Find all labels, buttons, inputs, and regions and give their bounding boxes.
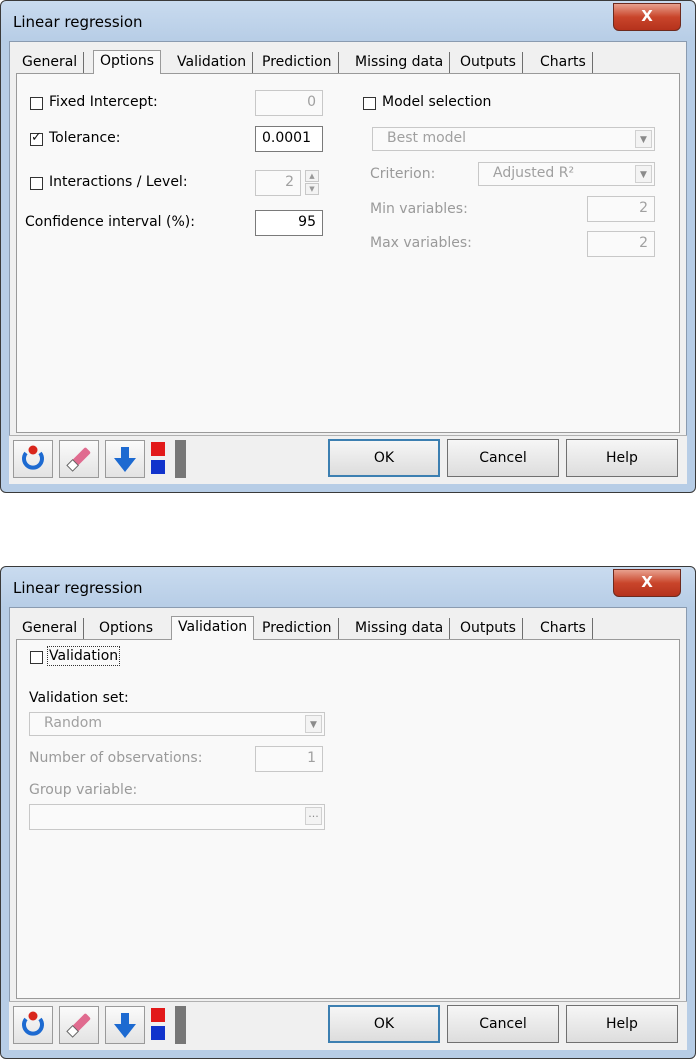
ok-button[interactable]: OK [328, 439, 440, 477]
erase-button[interactable] [59, 440, 99, 478]
tab-strip: General Options Validation Prediction Mi… [16, 50, 680, 74]
reset-button[interactable] [13, 440, 53, 478]
help-button[interactable]: Help [566, 439, 678, 477]
tab-general[interactable]: General [16, 52, 85, 73]
validation-set-label: Validation set: [29, 690, 129, 706]
eraser-icon [66, 1013, 91, 1038]
validation-checkbox[interactable] [30, 651, 43, 664]
help-button[interactable]: Help [566, 1005, 678, 1043]
interactions-checkbox[interactable] [30, 177, 43, 190]
down-arrow-icon [114, 1013, 136, 1038]
erase-button[interactable] [59, 1006, 99, 1044]
criterion-label: Criterion: [370, 166, 436, 182]
close-button[interactable]: X [613, 569, 681, 597]
dialog-toolbar: OK Cancel Help [9, 435, 687, 484]
group-variable-input[interactable]: ... [29, 804, 325, 830]
tab-options[interactable]: Options [93, 618, 160, 639]
cancel-button[interactable]: Cancel [447, 1005, 559, 1043]
tab-validation[interactable]: Validation [171, 52, 254, 73]
fixed-intercept-label: Fixed Intercept: [49, 94, 158, 110]
eraser-icon [66, 447, 91, 472]
validation-label: Validation [46, 646, 121, 666]
reset-icon [22, 1011, 44, 1036]
tab-prediction[interactable]: Prediction [256, 52, 339, 73]
fixed-intercept-checkbox[interactable] [30, 97, 43, 110]
interactions-spinner[interactable]: ▲ ▼ [305, 170, 319, 196]
criterion-value: Adjusted R² [493, 165, 575, 181]
n-observations-input[interactable]: 1 [255, 746, 323, 772]
red-blue-squares-icon[interactable] [151, 440, 169, 478]
dialog-title: Linear regression [13, 579, 143, 597]
tab-missing-data[interactable]: Missing data [349, 618, 451, 639]
gray-bar-icon[interactable] [175, 1006, 186, 1044]
tab-outputs[interactable]: Outputs [454, 52, 523, 73]
n-observations-label: Number of observations: [29, 750, 203, 766]
chevron-down-icon[interactable]: ▼ [635, 130, 652, 148]
tab-prediction[interactable]: Prediction [256, 618, 339, 639]
tolerance-checkbox[interactable] [30, 130, 43, 146]
reset-icon [22, 445, 44, 470]
confidence-input[interactable]: 95 [255, 210, 323, 236]
validation-dialog: Linear regression X General Options Vali… [0, 566, 696, 1059]
close-button[interactable]: X [613, 3, 681, 31]
spin-down-icon[interactable]: ▼ [305, 183, 319, 195]
model-selection-checkbox[interactable] [363, 97, 376, 110]
move-down-button[interactable] [105, 1006, 145, 1044]
tab-validation[interactable]: Validation [171, 616, 255, 640]
tolerance-label: Tolerance: [49, 130, 121, 146]
browse-icon[interactable]: ... [305, 807, 322, 825]
model-selection-label: Model selection [382, 94, 492, 110]
dialog-client: General Options Validation Prediction Mi… [9, 607, 687, 1050]
interactions-level-input[interactable]: 2 [255, 170, 301, 196]
gray-bar-icon[interactable] [175, 440, 186, 478]
dialog-toolbar: OK Cancel Help [9, 1001, 687, 1050]
chevron-down-icon[interactable]: ▼ [635, 165, 652, 183]
min-variables-input[interactable]: 2 [587, 196, 655, 222]
criterion-select[interactable]: Adjusted R² ▼ [478, 162, 655, 186]
tab-charts[interactable]: Charts [534, 52, 593, 73]
cancel-button[interactable]: Cancel [447, 439, 559, 477]
tab-charts[interactable]: Charts [534, 618, 593, 639]
confidence-label: Confidence interval (%): [25, 214, 195, 230]
validation-panel: Validation Validation set: Random ▼ Numb… [16, 639, 680, 999]
fixed-intercept-input[interactable]: 0 [255, 90, 323, 116]
ok-button[interactable]: OK [328, 1005, 440, 1043]
tab-general[interactable]: General [16, 618, 85, 639]
red-blue-squares-icon[interactable] [151, 1006, 169, 1044]
tab-strip: General Options Validation Prediction Mi… [16, 616, 680, 640]
dialog-title: Linear regression [13, 13, 143, 31]
move-down-button[interactable] [105, 440, 145, 478]
options-panel: Fixed Intercept: 0 Tolerance: 0.0001 Int… [16, 73, 680, 433]
tab-outputs[interactable]: Outputs [454, 618, 523, 639]
max-variables-label: Max variables: [370, 235, 472, 251]
spin-up-icon[interactable]: ▲ [305, 170, 319, 182]
validation-set-select[interactable]: Random ▼ [29, 712, 325, 736]
min-variables-label: Min variables: [370, 201, 468, 217]
validation-set-value: Random [44, 715, 102, 731]
title-bar[interactable]: Linear regression X [1, 1, 695, 41]
options-dialog: Linear regression X General Options Vali… [0, 0, 696, 493]
tolerance-input[interactable]: 0.0001 [255, 126, 323, 152]
chevron-down-icon[interactable]: ▼ [305, 715, 322, 733]
tab-options[interactable]: Options [93, 50, 162, 74]
max-variables-input[interactable]: 2 [587, 231, 655, 257]
down-arrow-icon [114, 447, 136, 472]
model-method-value: Best model [387, 130, 467, 146]
reset-button[interactable] [13, 1006, 53, 1044]
dialog-client: General Options Validation Prediction Mi… [9, 41, 687, 484]
model-method-select[interactable]: Best model ▼ [372, 127, 655, 151]
group-variable-label: Group variable: [29, 782, 138, 798]
tab-missing-data[interactable]: Missing data [349, 52, 451, 73]
title-bar[interactable]: Linear regression X [1, 567, 695, 607]
interactions-label: Interactions / Level: [49, 174, 188, 190]
